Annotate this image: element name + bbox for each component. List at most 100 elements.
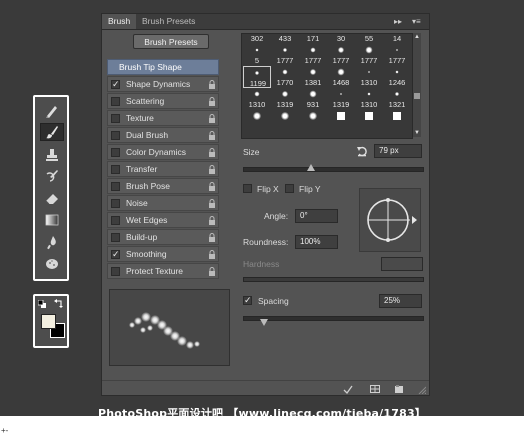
scrollbar-thumb[interactable] <box>414 93 420 99</box>
brush-projection-grid-icon[interactable] <box>370 384 380 394</box>
lock-icon[interactable] <box>208 199 216 208</box>
flip-x-checkbox[interactable] <box>243 184 252 193</box>
lock-icon[interactable] <box>208 165 216 174</box>
brush-tip-cell[interactable] <box>299 110 327 132</box>
angle-field[interactable]: 0° <box>295 209 338 223</box>
lock-icon[interactable] <box>208 114 216 123</box>
brush-tip-cell[interactable]: 1468 <box>327 66 355 88</box>
brush-tip-cell[interactable]: 1777 <box>271 44 299 66</box>
panel-menu-icon[interactable]: ▾≡ <box>412 16 421 27</box>
option-checkbox[interactable] <box>111 165 120 174</box>
tab-brush-presets[interactable]: Brush Presets <box>136 14 201 29</box>
option-checkbox[interactable]: ✓ <box>111 250 120 259</box>
brush-option-dual-brush[interactable]: Dual Brush <box>107 127 219 143</box>
foreground-color-swatch[interactable] <box>41 314 56 329</box>
roundness-field[interactable]: 100% <box>295 235 338 249</box>
spacing-slider[interactable] <box>243 316 424 321</box>
lock-icon[interactable] <box>208 216 216 225</box>
brush-tip-cell[interactable] <box>271 110 299 132</box>
gradient-tool-icon[interactable] <box>40 211 64 229</box>
lock-icon[interactable] <box>208 267 216 276</box>
option-checkbox[interactable] <box>111 182 120 191</box>
brush-tip-cell[interactable]: 1777 <box>355 44 383 66</box>
brush-tip-cell[interactable]: 1777 <box>383 44 411 66</box>
brush-option-build-up[interactable]: Build-up <box>107 229 219 245</box>
spacing-field[interactable]: 25% <box>379 294 422 308</box>
brush-tip-cell[interactable]: 1777 <box>299 44 327 66</box>
spacing-checkbox[interactable]: ✓ <box>243 296 252 305</box>
brush-tip-cell[interactable]: 1321 <box>383 88 411 110</box>
brush-tip-cell[interactable]: 1199 <box>243 66 271 88</box>
option-checkbox[interactable] <box>111 267 120 276</box>
toggle-live-tip-icon[interactable] <box>343 384 353 395</box>
brush-option-protect-texture[interactable]: Protect Texture <box>107 263 219 279</box>
brush-tip-cell[interactable]: 55 <box>355 34 383 44</box>
history-brush-tool-icon[interactable] <box>40 167 64 185</box>
collapse-panel-icon[interactable]: ▸▸ <box>394 16 402 27</box>
brush-tip-cell[interactable]: 302 <box>243 34 271 44</box>
brush-tip-cell[interactable]: 1310 <box>355 66 383 88</box>
brush-tip-cell[interactable] <box>355 110 383 132</box>
brush-option-brush-tip-shape[interactable]: Brush Tip Shape <box>107 59 219 75</box>
clone-stamp-tool-icon[interactable] <box>40 146 64 164</box>
brush-tip-cell[interactable]: 1770 <box>271 66 299 88</box>
brush-option-shape-dynamics[interactable]: ✓ Shape Dynamics <box>107 76 219 92</box>
brush-tip-cell[interactable]: 1246 <box>383 66 411 88</box>
brush-option-transfer[interactable]: Transfer <box>107 161 219 177</box>
swap-colors-icon[interactable] <box>54 299 64 308</box>
sponge-tool-icon[interactable] <box>40 255 64 273</box>
brush-tip-cell[interactable] <box>243 110 271 132</box>
option-checkbox[interactable]: ✓ <box>111 80 120 89</box>
option-checkbox[interactable] <box>111 148 120 157</box>
option-checkbox[interactable] <box>111 114 120 123</box>
brush-tip-cell[interactable]: 171 <box>299 34 327 44</box>
spacing-slider-knob[interactable] <box>260 319 269 326</box>
brush-tip-scrollbar[interactable]: ▲ ▼ <box>413 33 421 137</box>
brush-tip-cell[interactable]: 14 <box>383 34 411 44</box>
scroll-up-icon[interactable]: ▲ <box>413 33 421 41</box>
pencil-tool-icon[interactable] <box>40 102 64 120</box>
brush-tip-cell[interactable]: 1381 <box>299 66 327 88</box>
angle-roundness-widget[interactable] <box>359 188 421 252</box>
option-checkbox[interactable] <box>111 199 120 208</box>
eraser-tool-icon[interactable] <box>40 189 64 207</box>
size-field[interactable]: 79 px <box>374 144 422 158</box>
resize-grip-icon[interactable] <box>418 386 427 395</box>
brush-option-smoothing[interactable]: ✓ Smoothing <box>107 246 219 262</box>
size-slider-knob[interactable] <box>307 164 316 171</box>
lock-icon[interactable] <box>208 80 216 89</box>
brush-tip-cell[interactable]: 1310 <box>355 88 383 110</box>
brush-tip-cell[interactable] <box>327 110 355 132</box>
option-checkbox[interactable] <box>111 233 120 242</box>
brush-tip-cell[interactable]: 5 <box>243 44 271 66</box>
brush-option-color-dynamics[interactable]: Color Dynamics <box>107 144 219 160</box>
brush-option-scattering[interactable]: Scattering <box>107 93 219 109</box>
size-slider[interactable] <box>243 167 424 172</box>
lock-icon[interactable] <box>208 233 216 242</box>
brush-tip-cell[interactable]: 30 <box>327 34 355 44</box>
option-checkbox[interactable] <box>111 131 120 140</box>
blur-tool-icon[interactable] <box>40 233 64 251</box>
option-checkbox[interactable] <box>111 97 120 106</box>
lock-icon[interactable] <box>208 182 216 191</box>
lock-icon[interactable] <box>208 250 216 259</box>
option-checkbox[interactable] <box>111 216 120 225</box>
brush-option-noise[interactable]: Noise <box>107 195 219 211</box>
brush-tip-cell[interactable]: 1319 <box>271 88 299 110</box>
flip-y-checkbox[interactable] <box>285 184 294 193</box>
brush-presets-button[interactable]: Brush Presets <box>133 34 209 49</box>
brush-option-wet-edges[interactable]: Wet Edges <box>107 212 219 228</box>
lock-icon[interactable] <box>208 148 216 157</box>
brush-tip-cell[interactable]: 1777 <box>327 44 355 66</box>
scroll-down-icon[interactable]: ▼ <box>413 129 421 137</box>
lock-icon[interactable] <box>208 131 216 140</box>
brush-tip-cell[interactable]: 931 <box>299 88 327 110</box>
default-colors-icon[interactable] <box>37 299 46 308</box>
brush-option-texture[interactable]: Texture <box>107 110 219 126</box>
brush-tip-cell[interactable] <box>383 110 411 132</box>
lock-icon[interactable] <box>208 97 216 106</box>
brush-tip-cell[interactable]: 1310 <box>243 88 271 110</box>
new-brush-preset-icon[interactable] <box>394 384 404 394</box>
tab-brush[interactable]: Brush <box>102 14 137 29</box>
brush-tool-icon[interactable] <box>40 123 64 141</box>
